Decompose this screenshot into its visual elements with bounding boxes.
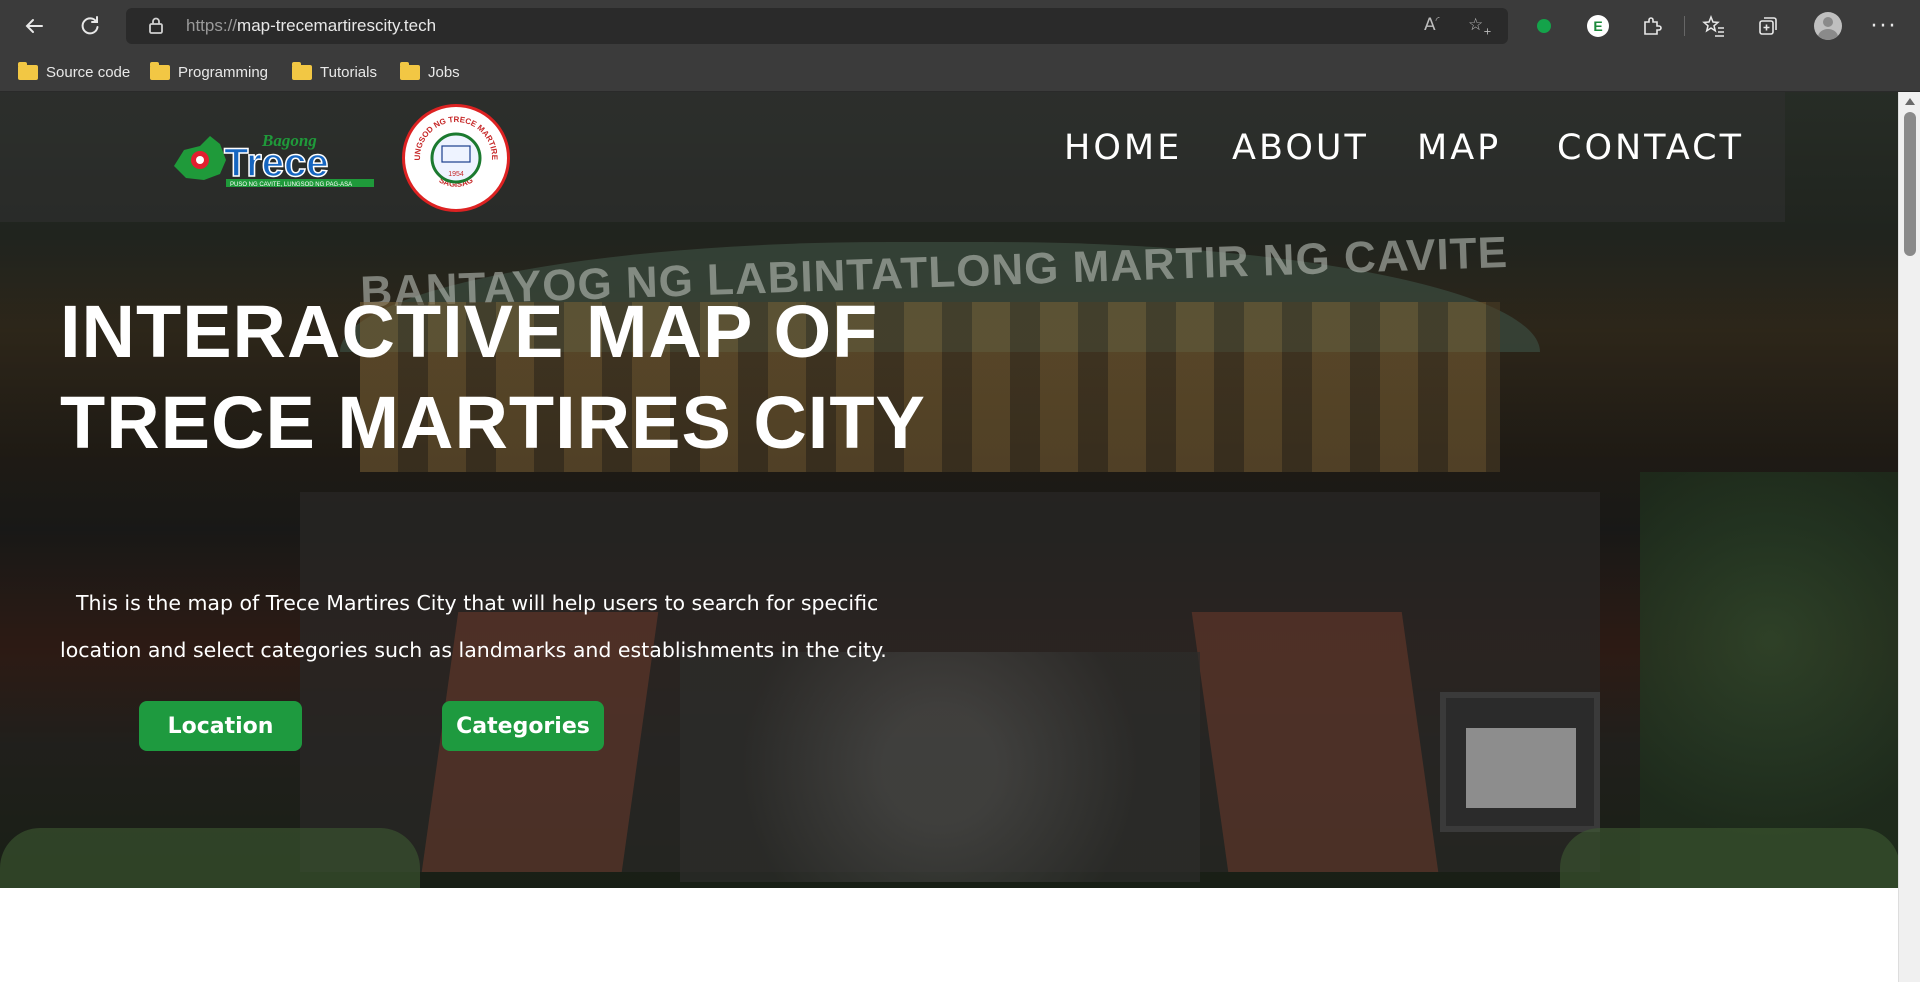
bookmark-jobs[interactable]: Jobs — [400, 60, 460, 84]
bookmark-label: Source code — [46, 63, 131, 81]
nav-about-link[interactable]: ABOUT — [1232, 128, 1369, 168]
nav-home-link[interactable]: HOME — [1064, 128, 1182, 168]
background-stairs-right — [1191, 612, 1439, 872]
nav-contact-link[interactable]: CONTACT — [1557, 128, 1744, 168]
folder-icon — [292, 61, 312, 80]
read-aloud-icon[interactable]: A◜ — [1424, 15, 1440, 35]
extension-e-icon[interactable]: E — [1582, 10, 1614, 42]
page-scrollbar[interactable] — [1898, 92, 1920, 982]
hero-title: INTERACTIVE MAP OF TRECE MARTIRES CITY — [60, 290, 926, 464]
logo-tagline: PUSO NG CAVITE, LUNGSOD NG PAG-ASA — [230, 182, 352, 188]
extension-green-icon[interactable] — [1528, 10, 1560, 42]
bookmark-source-code[interactable]: Source code — [18, 60, 130, 84]
background-rocks — [680, 652, 1200, 882]
city-seal-logo[interactable]: LUNGSOD NG TRECE MARTIRES SAGISAG 1954 — [402, 104, 510, 212]
folder-icon — [18, 61, 38, 80]
bookmark-label: Tutorials — [320, 63, 377, 81]
site-navbar: Bagong Trece PUSO NG CAVITE, LUNGSOD NG … — [0, 92, 1785, 222]
collections-icon[interactable] — [1752, 10, 1784, 42]
nav-map-link[interactable]: MAP — [1417, 128, 1501, 168]
background-plaque — [1440, 692, 1600, 832]
url-text[interactable]: https://map-trecemartirescity.tech — [186, 16, 436, 36]
scroll-up-arrow-icon[interactable] — [1905, 98, 1915, 105]
bookmark-label: Programming — [178, 63, 269, 81]
page-content-below-hero — [0, 888, 1898, 982]
favorite-add-icon[interactable]: ☆+ — [1468, 15, 1492, 37]
profile-avatar[interactable] — [1812, 10, 1844, 42]
background-bush-right — [1560, 828, 1898, 888]
bookmarks-bar: Source code Programming Tutorials Jobs — [0, 52, 1920, 92]
categories-button[interactable]: Categories — [442, 701, 604, 751]
back-icon[interactable] — [18, 10, 50, 42]
bagong-trece-logo[interactable]: Bagong Trece PUSO NG CAVITE, LUNGSOD NG … — [170, 130, 376, 188]
bookmark-programming[interactable]: Programming — [150, 60, 268, 84]
logo-main-word: Trece — [224, 141, 329, 185]
more-menu-icon[interactable]: ··· — [1868, 10, 1900, 42]
background-bush-left — [0, 828, 420, 888]
folder-icon — [400, 61, 420, 80]
hero-section: BANTAYOG NG LABINTATLONG MARTIR NG CAVIT… — [0, 92, 1898, 888]
browser-toolbar: https://map-trecemartirescity.tech A◜ ☆+… — [0, 0, 1920, 52]
favorites-icon[interactable] — [1698, 10, 1730, 42]
background-trees — [1640, 472, 1898, 888]
extensions-puzzle-icon[interactable] — [1636, 10, 1668, 42]
address-bar[interactable]: https://map-trecemartirescity.tech A◜ ☆+ — [126, 8, 1508, 44]
refresh-icon[interactable] — [74, 10, 106, 42]
location-button[interactable]: Location — [139, 701, 302, 751]
hero-description: This is the map of Trece Martires City t… — [60, 591, 887, 662]
bookmark-tutorials[interactable]: Tutorials — [292, 60, 377, 84]
toolbar-separator — [1684, 16, 1685, 36]
scrollbar-thumb[interactable] — [1904, 112, 1916, 256]
folder-icon — [150, 61, 170, 80]
lock-icon[interactable] — [148, 16, 164, 38]
seal-year: 1954 — [448, 171, 464, 178]
bookmark-label: Jobs — [428, 63, 460, 81]
